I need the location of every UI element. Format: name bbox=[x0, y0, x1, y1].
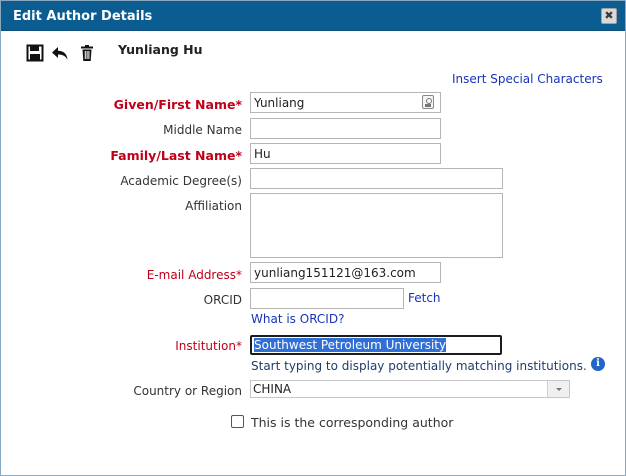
info-icon[interactable]: i bbox=[591, 357, 605, 371]
country-select[interactable]: CHINA bbox=[250, 380, 570, 398]
academic-degree-label: Academic Degree(s) bbox=[120, 174, 242, 188]
country-label: Country or Region bbox=[133, 384, 242, 398]
delete-icon[interactable] bbox=[78, 44, 96, 62]
middle-name-input[interactable] bbox=[250, 118, 441, 139]
dialog-titlebar: Edit Author Details ✖ bbox=[1, 1, 625, 31]
corresponding-author-checkbox[interactable] bbox=[231, 415, 244, 428]
family-name-input[interactable] bbox=[250, 143, 441, 164]
institution-label: Institution* bbox=[175, 339, 242, 353]
what-is-orcid-link[interactable]: What is ORCID? bbox=[251, 312, 344, 326]
family-name-label: Family/Last Name* bbox=[110, 148, 242, 163]
institution-input[interactable]: Southwest Petroleum University bbox=[250, 335, 502, 355]
orcid-fetch-link[interactable]: Fetch bbox=[408, 291, 441, 305]
academic-degree-input[interactable] bbox=[250, 168, 503, 189]
email-label: E-mail Address* bbox=[146, 268, 242, 282]
institution-hint: Start typing to display potentially matc… bbox=[251, 359, 587, 373]
given-name-input[interactable] bbox=[250, 92, 441, 113]
close-button[interactable]: ✖ bbox=[601, 8, 617, 24]
insert-special-characters-link[interactable]: Insert Special Characters bbox=[452, 72, 603, 86]
email-input[interactable] bbox=[250, 262, 441, 283]
middle-name-label: Middle Name bbox=[163, 123, 242, 137]
edit-author-dialog: Edit Author Details ✖ Yunliang Hu Insert… bbox=[0, 0, 626, 476]
affiliation-label: Affiliation bbox=[185, 199, 242, 213]
author-name-heading: Yunliang Hu bbox=[118, 42, 203, 57]
orcid-label: ORCID bbox=[203, 293, 242, 307]
orcid-input[interactable] bbox=[250, 288, 404, 309]
given-name-label: Given/First Name* bbox=[113, 97, 242, 112]
dialog-title: Edit Author Details bbox=[13, 9, 153, 24]
chevron-down-icon[interactable] bbox=[547, 381, 569, 397]
special-character-keyboard-icon[interactable] bbox=[422, 95, 434, 109]
affiliation-textarea[interactable] bbox=[250, 193, 503, 258]
country-selected-value: CHINA bbox=[253, 382, 292, 396]
save-icon[interactable] bbox=[26, 44, 44, 62]
undo-icon[interactable] bbox=[51, 44, 69, 62]
corresponding-author-label: This is the corresponding author bbox=[251, 415, 454, 430]
institution-selected-text: Southwest Petroleum University bbox=[254, 338, 447, 352]
